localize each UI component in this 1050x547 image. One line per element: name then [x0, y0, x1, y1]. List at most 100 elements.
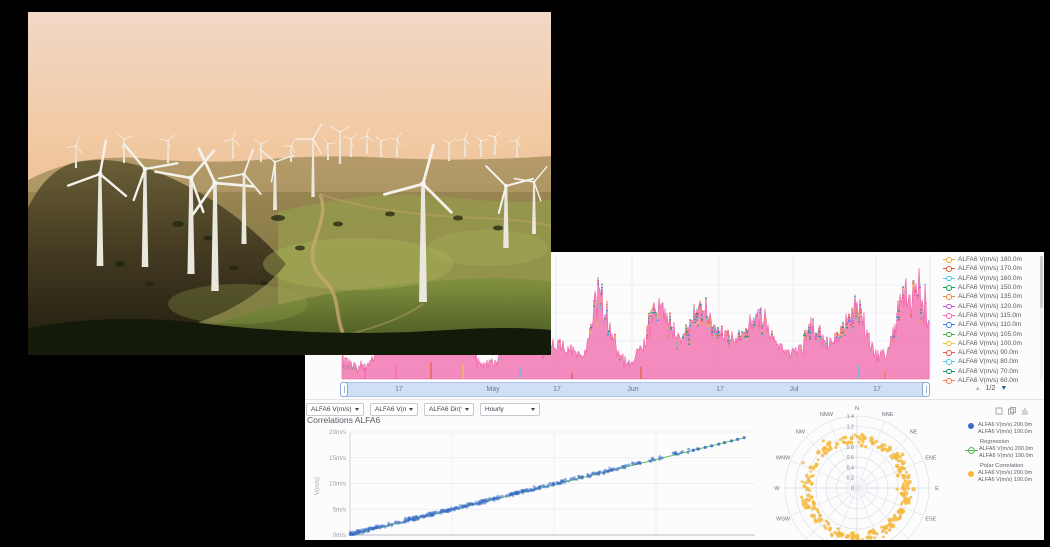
legend-item-label: ALFA6 V(m/s) 105.0m [958, 331, 1022, 338]
svg-text:0.4: 0.4 [847, 465, 854, 471]
svg-text:N: N [855, 406, 859, 412]
legend-item[interactable]: ALFA6 V(m/s) 120.0m [943, 301, 1039, 310]
chevron-down-icon [409, 408, 413, 411]
svg-text:WSW: WSW [776, 517, 791, 523]
svg-text:NE: NE [910, 429, 918, 435]
series-marker-icon [943, 312, 955, 319]
legend-item-label: ALFA6 V(m/s) 180.0m [958, 256, 1022, 263]
legend-item[interactable]: ALFA6 V(m/s) 135.0m [943, 292, 1039, 301]
legend-item[interactable]: ALFA6 V(m/s) 105.0m [943, 329, 1039, 338]
chart-toolbar [995, 407, 1029, 415]
legend-scrollbar-thumb[interactable] [1040, 256, 1043, 308]
export-chart-icon[interactable] [1021, 407, 1029, 415]
axis-tick-label: Jun [627, 386, 638, 393]
svg-text:NW: NW [796, 429, 806, 435]
legend-item-label: ALFA6 V(m/s) 70.0m [958, 368, 1018, 375]
legend-item[interactable]: ALFA6 V(m/s) 180.0m [943, 255, 1039, 264]
legend-item-label: ALFA6 V(m/s) 100.0m [958, 340, 1022, 347]
svg-text:0.6: 0.6 [847, 455, 854, 461]
svg-text:E: E [935, 486, 939, 492]
box-select-icon[interactable] [995, 407, 1003, 415]
series-marker-icon [943, 275, 955, 282]
signal-dropdown[interactable]: Hourly [480, 403, 540, 416]
range-handle-right[interactable] [922, 382, 930, 397]
axis-tick-label: Jul [790, 386, 799, 393]
svg-text:15m/s: 15m/s [329, 455, 346, 462]
series-marker-icon [943, 284, 955, 291]
legend-item-label: ALFA6 V(m/s) 200.0m ALFA6 V(m/s) 190.0m [979, 446, 1033, 459]
series-marker-icon [968, 423, 974, 429]
timeseries-legend: ALFA6 V(m/s) 180.0m ALFA6 V(m/s) 170.0m … [943, 255, 1039, 385]
series-marker-icon [968, 471, 974, 477]
legend-item[interactable]: ALFA6 V(m/s) 100.0m [943, 339, 1039, 348]
svg-text:0: 0 [851, 486, 854, 492]
legend-item-label: ALFA6 V(m/s) 90.0m [958, 349, 1018, 356]
svg-text:NNE: NNE [882, 412, 894, 418]
svg-text:0m/s: 0m/s [333, 532, 346, 539]
series-marker-icon [943, 256, 955, 263]
timeseries-range-scrollbar[interactable]: 17May17Jun17Jul17 [340, 382, 930, 397]
svg-text:10m/s: 10m/s [329, 481, 346, 488]
page-down-icon[interactable]: ▼ [1000, 385, 1007, 392]
svg-text:V(m/s): V(m/s) [314, 477, 321, 495]
legend-item[interactable]: ALFA6 V(m/s) 200.0m ALFA6 V(m/s) 190.0m [965, 422, 1044, 435]
series-marker-icon [943, 349, 955, 356]
dropdown-value: ALFA6 V(m/s) 19... [375, 406, 406, 413]
series-marker-icon [943, 377, 955, 384]
series-marker-icon [943, 303, 955, 310]
wind-farm-photo-image [28, 12, 551, 355]
reset-zoom-icon[interactable] [1008, 407, 1016, 415]
series-marker-icon [943, 358, 955, 365]
legend-item-label: ALFA6 V(m/s) 135.0m [958, 293, 1022, 300]
svg-text:NNW: NNW [820, 412, 834, 418]
page-up-icon[interactable]: ▲ [975, 386, 981, 392]
legend-item-label: ALFA6 V(m/s) 110.0m [958, 321, 1021, 328]
dropdown-value: ALFA6 Dir(°) 200... [429, 406, 462, 413]
legend-item[interactable]: Regression ALFA6 V(m/s) 200.0m ALFA6 V(m… [965, 439, 1044, 459]
legend-item[interactable]: ALFA6 V(m/s) 110.0m [943, 320, 1039, 329]
legend-scrollbar[interactable] [1040, 256, 1043, 380]
series-marker-icon [943, 331, 955, 338]
signal-dropdown[interactable]: ALFA6 Dir(°) 200... [424, 403, 474, 416]
polar-legend: ALFA6 V(m/s) 200.0m ALFA6 V(m/s) 190.0m … [965, 422, 1044, 488]
chevron-down-icon [531, 408, 535, 411]
legend-item-label: ALFA6 V(m/s) 60.0m [958, 377, 1018, 384]
legend-group-title: Regression [980, 439, 1044, 445]
axis-tick-label: 17 [873, 386, 881, 393]
range-handle-left[interactable] [340, 382, 348, 397]
series-marker-icon [943, 293, 955, 300]
svg-text:1.2: 1.2 [847, 424, 854, 430]
svg-text:ESE: ESE [925, 517, 936, 523]
legend-item[interactable]: ALFA6 V(m/s) 60.0m [943, 376, 1039, 385]
legend-item-label: ALFA6 V(m/s) 160.0m [958, 275, 1022, 282]
legend-item[interactable]: ALFA6 V(m/s) 115.0m [943, 311, 1039, 320]
legend-item[interactable]: ALFA6 V(m/s) 170.0m [943, 264, 1039, 273]
chevron-down-icon [465, 408, 469, 411]
desktop-background: 0m/s 17May17Jun17Jul17 ALFA6 V(m/s) 180.… [0, 0, 1050, 547]
svg-text:1.4: 1.4 [847, 414, 854, 420]
wind-farm-photo [28, 12, 551, 355]
svg-text:5m/s: 5m/s [333, 506, 346, 513]
legend-group-title: Polar Correlation [980, 463, 1044, 469]
legend-item[interactable]: ALFA6 V(m/s) 160.0m [943, 274, 1039, 283]
legend-item[interactable]: ALFA6 V(m/s) 90.0m [943, 348, 1039, 357]
legend-item[interactable]: Polar Correlation ALFA6 V(m/s) 200.0m AL… [965, 463, 1044, 483]
svg-text:0.8: 0.8 [847, 445, 854, 451]
timeseries-y-zero-label: 0m/s [343, 365, 357, 372]
legend-item[interactable]: ALFA6 V(m/s) 150.0m [943, 283, 1039, 292]
svg-text:WNW: WNW [776, 455, 791, 461]
series-marker-icon [968, 447, 975, 454]
series-marker-icon [943, 368, 955, 375]
series-marker-icon [943, 265, 955, 272]
legend-page-indicator: 1/2 [986, 385, 996, 392]
legend-item[interactable]: ALFA6 V(m/s) 70.0m [943, 367, 1039, 376]
dropdown-value: ALFA6 V(m/s) 20... [311, 406, 352, 413]
svg-text:W: W [774, 486, 780, 492]
panel-divider [305, 399, 1044, 400]
legend-pagination: ▲ 1/2 ▼ [943, 385, 1039, 392]
legend-item-label: ALFA6 V(m/s) 115.0m [958, 312, 1021, 319]
correlation-scatter-chart: 20m/s15m/s10m/s5m/s0m/sV(m/s) [305, 424, 765, 540]
axis-tick-label: 17 [395, 386, 403, 393]
legend-item-label: ALFA6 V(m/s) 200.0m ALFA6 V(m/s) 190.0m [978, 470, 1032, 483]
legend-item[interactable]: ALFA6 V(m/s) 80.0m [943, 357, 1039, 366]
